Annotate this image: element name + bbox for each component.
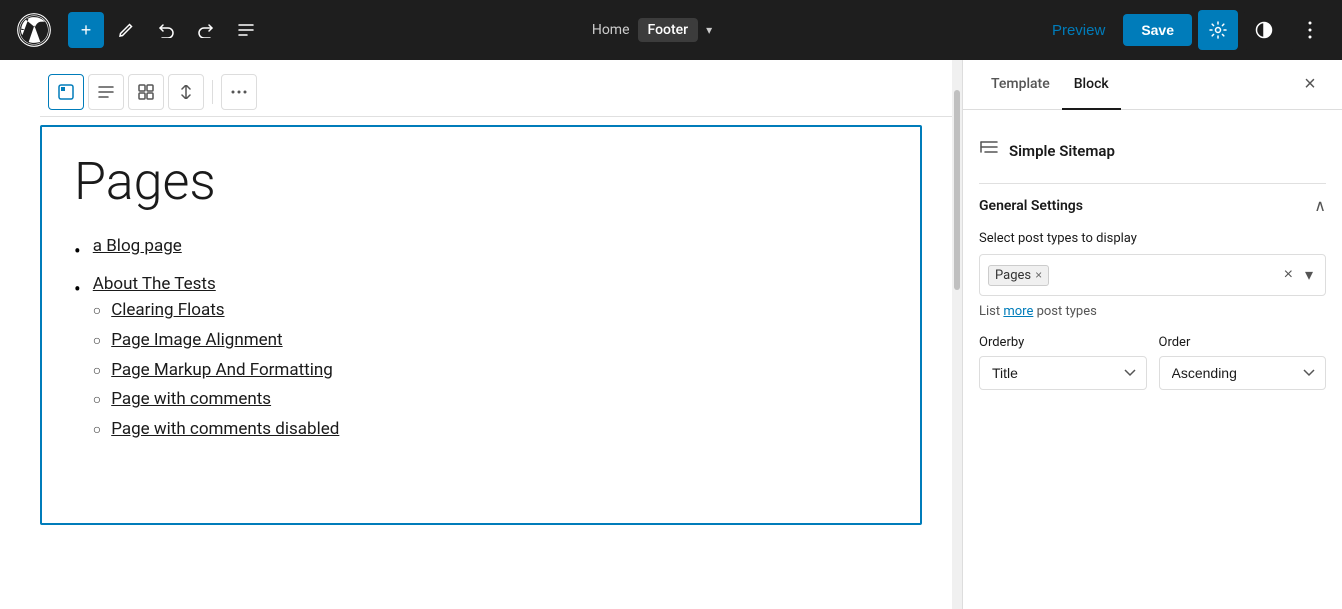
post-type-tag-label: Pages — [995, 268, 1031, 283]
post-types-label: Select post types to display — [979, 231, 1326, 246]
scroll-thumb — [954, 90, 960, 290]
orderby-select[interactable]: Title Date Author Menu Order — [979, 356, 1147, 390]
editor-area: Pages a Blog page About The Tests Cleari… — [0, 60, 962, 609]
orderby-group: Orderby Title Date Author Menu Order — [979, 335, 1147, 390]
list-view-toggle[interactable] — [88, 74, 124, 110]
chevron-down-icon[interactable]: ▾ — [706, 23, 712, 37]
sidebar: Template Block × Simple Sitemap — [962, 60, 1342, 609]
breadcrumb: Home Footer ▾ — [592, 18, 712, 42]
sitemap-block[interactable]: Pages a Blog page About The Tests Cleari… — [40, 125, 922, 525]
list-view-button[interactable] — [228, 12, 264, 48]
more-options-button[interactable] — [1290, 10, 1330, 50]
list-item: Page Image Alignment — [93, 330, 340, 354]
general-settings-section: General Settings ∧ Select post types to … — [979, 183, 1326, 390]
collapse-icon[interactable]: ∧ — [1314, 196, 1326, 215]
selector-actions: × ▾ — [1280, 263, 1317, 287]
block-type-label: Simple Sitemap — [1009, 142, 1115, 160]
order-select[interactable]: Ascending Descending — [1159, 356, 1327, 390]
order-group: Order Ascending Descending — [1159, 335, 1327, 390]
breadcrumb-current[interactable]: Footer — [638, 18, 699, 42]
block-type-header: Simple Sitemap — [979, 126, 1326, 175]
redo-button[interactable] — [188, 12, 224, 48]
list-item: Page Markup And Formatting — [93, 360, 340, 384]
settings-button[interactable] — [1198, 10, 1238, 50]
add-block-button[interactable]: + — [68, 12, 104, 48]
move-up-down-button[interactable] — [168, 74, 204, 110]
more-types-before: List — [979, 304, 1003, 319]
scrollbar[interactable] — [952, 60, 962, 609]
editor-scroll[interactable]: Pages a Blog page About The Tests Cleari… — [0, 117, 962, 609]
sitemap-icon — [979, 138, 999, 163]
tab-template[interactable]: Template — [979, 60, 1062, 110]
sidebar-content: Simple Sitemap General Settings ∧ Select… — [963, 110, 1342, 609]
orderby-row: Orderby Title Date Author Menu Order Ord… — [979, 335, 1326, 390]
block-toolbar — [40, 68, 962, 117]
wp-logo[interactable] — [12, 0, 56, 60]
more-types-text: List more post types — [979, 304, 1326, 319]
page-comments-disabled-link[interactable]: Page with comments disabled — [111, 419, 339, 439]
general-settings-title: General Settings — [979, 198, 1083, 214]
pages-title: Pages — [74, 151, 888, 212]
page-markup-link[interactable]: Page Markup And Formatting — [111, 360, 333, 380]
blog-page-link[interactable]: a Blog page — [93, 236, 182, 256]
toolbar-right: Preview Save — [1040, 10, 1330, 50]
close-sidebar-button[interactable]: × — [1294, 69, 1326, 101]
list-item: Page with comments disabled — [93, 419, 340, 443]
page-with-comments-link[interactable]: Page with comments — [111, 389, 271, 409]
more-types-after: post types — [1033, 304, 1096, 319]
top-toolbar: + Home Footer ▾ Preview Save — [0, 0, 1342, 60]
save-button[interactable]: Save — [1123, 14, 1192, 46]
about-tests-link[interactable]: About The Tests — [93, 274, 216, 294]
sidebar-header: Template Block × — [963, 60, 1342, 110]
grid-view-toggle[interactable] — [128, 74, 164, 110]
contrast-button[interactable] — [1244, 10, 1284, 50]
sub-list: Clearing Floats Page Image Alignment Pag… — [93, 300, 340, 443]
breadcrumb-home[interactable]: Home — [592, 22, 630, 38]
preview-button[interactable]: Preview — [1040, 16, 1117, 45]
orderby-label: Orderby — [979, 335, 1147, 350]
main-area: Pages a Blog page About The Tests Cleari… — [0, 60, 1342, 609]
list-item: About The Tests Clearing Floats Page Ima… — [74, 274, 888, 449]
general-settings-header[interactable]: General Settings ∧ — [979, 196, 1326, 215]
edit-button[interactable] — [108, 12, 144, 48]
list-item: a Blog page — [74, 236, 888, 266]
remove-post-type-button[interactable]: × — [1035, 268, 1042, 282]
pages-list: a Blog page About The Tests Clearing Flo… — [74, 236, 888, 449]
page-image-alignment-link[interactable]: Page Image Alignment — [111, 330, 282, 350]
post-type-selector[interactable]: Pages × × ▾ — [979, 254, 1326, 296]
post-type-tag: Pages × — [988, 265, 1049, 286]
list-item: Clearing Floats — [93, 300, 340, 324]
block-select-button[interactable] — [48, 74, 84, 110]
order-label: Order — [1159, 335, 1327, 350]
toolbar-separator — [212, 80, 213, 104]
clearing-floats-link[interactable]: Clearing Floats — [111, 300, 224, 320]
tab-block[interactable]: Block — [1062, 60, 1121, 110]
clear-post-types-button[interactable]: × — [1280, 264, 1297, 286]
list-item: Page with comments — [93, 389, 340, 413]
more-types-link[interactable]: more — [1003, 304, 1033, 319]
undo-button[interactable] — [148, 12, 184, 48]
expand-post-types-button[interactable]: ▾ — [1301, 263, 1317, 287]
more-block-options[interactable] — [221, 74, 257, 110]
